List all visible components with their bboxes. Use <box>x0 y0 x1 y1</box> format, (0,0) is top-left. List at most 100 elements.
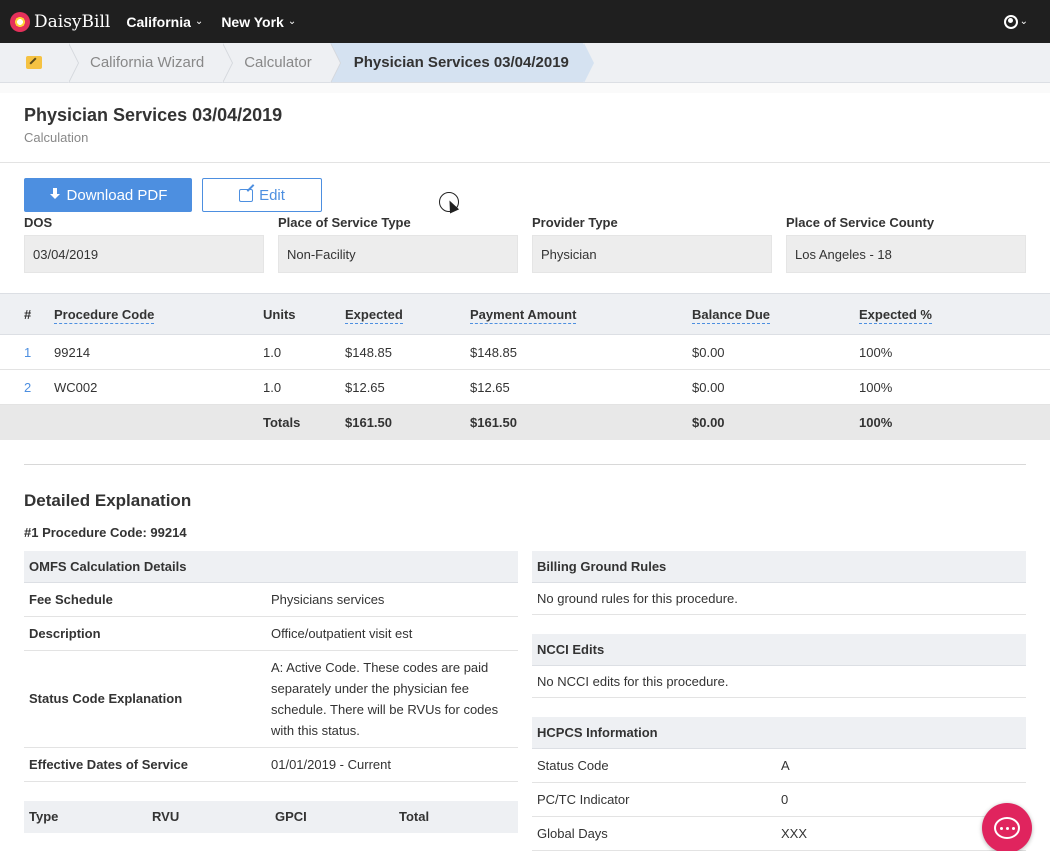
hcpcs-row-status-code: Status Code A <box>532 749 1026 783</box>
rvu-col-total: Total <box>399 809 430 824</box>
chevron-down-icon: ⌄ <box>194 16 204 27</box>
chevron-down-icon: ⌄ <box>287 16 297 27</box>
kv-key: Description <box>29 625 101 641</box>
cell-procedure-code: WC002 <box>54 369 263 405</box>
totals-expected-pct: 100% <box>859 404 1050 440</box>
claim-fields: DOS 03/04/2019 Place of Service Type Non… <box>0 215 1050 273</box>
kv-value: A: Active Code. These codes are paid sep… <box>271 659 499 738</box>
procedure-table: # Procedure Code Units Expected Payment … <box>0 293 1050 440</box>
field-county: Place of Service County Los Angeles - 18 <box>786 215 1026 273</box>
field-label: Provider Type <box>532 215 618 230</box>
field-value: Non-Facility <box>278 235 518 273</box>
totals-balance: $0.00 <box>692 404 859 440</box>
kv-value: Physicians services <box>271 591 385 607</box>
brand-logo[interactable]: DaisyBill <box>10 11 111 32</box>
cell-payment-amount: $148.85 <box>470 334 692 370</box>
omfs-row-fee-schedule: Fee Schedule Physicians services <box>24 583 518 617</box>
row-number-link[interactable]: 1 <box>0 334 54 370</box>
row-number-link[interactable]: 2 <box>0 369 54 405</box>
nav-new-york[interactable]: New York ⌄ <box>221 14 296 30</box>
page-subtitle: Calculation <box>24 130 89 145</box>
field-value: Physician <box>532 235 772 273</box>
omfs-column: OMFS Calculation Details Fee Schedule Ph… <box>24 550 518 851</box>
rules-column: Billing Ground Rules No ground rules for… <box>532 550 1026 851</box>
chevron-down-icon: ⌄ <box>1019 16 1028 27</box>
edit-button[interactable]: Edit <box>202 178 322 212</box>
download-icon <box>49 188 61 202</box>
rvu-col-gpci: GPCI <box>275 809 307 824</box>
totals-blank <box>0 404 54 440</box>
cell-balance-due: $0.00 <box>692 369 859 405</box>
totals-row: Totals $161.50 $161.50 $0.00 100% <box>0 404 1050 440</box>
breadcrumb-home[interactable] <box>0 43 79 83</box>
cell-procedure-code: 99214 <box>54 334 263 370</box>
field-label: DOS <box>24 215 53 230</box>
kv-value: Office/outpatient visit est <box>271 625 413 641</box>
kv-key: Status Code <box>537 757 609 773</box>
billing-rules-header: Billing Ground Rules <box>532 550 1026 583</box>
col-procedure-code[interactable]: Procedure Code <box>54 293 263 335</box>
brand-name: DaisyBill <box>34 11 111 32</box>
download-pdf-button[interactable]: Download PDF <box>24 178 192 212</box>
kv-key: Global Days <box>537 825 608 841</box>
hcpcs-header: HCPCS Information <box>532 716 1026 749</box>
nav-california[interactable]: California ⌄ <box>126 14 203 30</box>
procedure-code-heading: #1 Procedure Code: 99214 <box>24 524 187 540</box>
ncci-text: No NCCI edits for this procedure. <box>532 666 1026 698</box>
user-icon <box>1003 14 1018 29</box>
breadcrumb-california-wizard[interactable]: California Wizard <box>68 43 234 83</box>
field-value: 03/04/2019 <box>24 235 264 273</box>
folder-icon <box>26 56 42 69</box>
ncci-header: NCCI Edits <box>532 633 1026 666</box>
breadcrumb-current: Physician Services 03/04/2019 <box>329 43 595 83</box>
cell-expected: $148.85 <box>345 334 470 370</box>
omfs-row-description: Description Office/outpatient visit est <box>24 617 518 651</box>
cell-expected-pct: 100% <box>859 369 1050 405</box>
cell-expected-pct: 100% <box>859 334 1050 370</box>
field-label: Place of Service Type <box>278 215 411 230</box>
kv-key: Effective Dates of Service <box>29 756 188 772</box>
breadcrumb-calculator[interactable]: Calculator <box>222 43 341 83</box>
col-expected[interactable]: Expected <box>345 293 470 335</box>
rvu-col-rvu: RVU <box>152 809 180 824</box>
chat-button[interactable] <box>982 803 1032 851</box>
nav-new-york-label: New York <box>221 13 284 30</box>
table-row: 2 WC002 1.0 $12.65 $12.65 $0.00 100% <box>0 369 1050 405</box>
totals-expected: $161.50 <box>345 404 470 440</box>
page-header: Physician Services 03/04/2019 Calculatio… <box>0 93 1050 163</box>
nav-california-label: California <box>126 13 191 30</box>
detail-columns: OMFS Calculation Details Fee Schedule Ph… <box>0 550 1050 851</box>
user-menu[interactable]: ⌄ <box>1003 14 1028 29</box>
col-balance-due[interactable]: Balance Due <box>692 293 859 335</box>
col-number: # <box>0 293 54 335</box>
field-provider-type: Provider Type Physician <box>532 215 772 273</box>
cell-payment-amount: $12.65 <box>470 369 692 405</box>
cell-balance-due: $0.00 <box>692 334 859 370</box>
rvu-col-type: Type <box>29 809 59 824</box>
kv-key: Status Code Explanation <box>29 691 183 706</box>
edit-label: Edit <box>259 186 285 204</box>
table-header-row: # Procedure Code Units Expected Payment … <box>0 293 1050 335</box>
kv-value: 01/01/2019 - Current <box>271 756 391 772</box>
chat-icon <box>994 817 1020 839</box>
download-pdf-label: Download PDF <box>66 186 168 204</box>
field-label: Place of Service County <box>786 215 935 230</box>
rvu-table-header: Type RVU GPCI Total <box>24 800 518 833</box>
page-title: Physician Services 03/04/2019 <box>24 105 283 125</box>
col-payment-amount[interactable]: Payment Amount <box>470 293 692 335</box>
totals-label: Totals <box>263 404 345 440</box>
totals-blank <box>54 404 263 440</box>
breadcrumb: California Wizard Calculator Physician S… <box>0 43 1050 83</box>
cell-expected: $12.65 <box>345 369 470 405</box>
hcpcs-row-global-days: Global Days XXX <box>532 817 1026 851</box>
table-row: 1 99214 1.0 $148.85 $148.85 $0.00 100% <box>0 334 1050 370</box>
col-units: Units <box>263 293 345 335</box>
daisy-icon <box>10 11 30 32</box>
field-value: Los Angeles - 18 <box>786 235 1026 273</box>
hcpcs-row-pctc: PC/TC Indicator 0 <box>532 783 1026 817</box>
col-expected-pct[interactable]: Expected % <box>859 293 1050 335</box>
totals-payment: $161.50 <box>470 404 692 440</box>
omfs-row-effective-dates: Effective Dates of Service 01/01/2019 - … <box>24 748 518 782</box>
kv-key: PC/TC Indicator <box>537 791 630 807</box>
omfs-row-status-code: Status Code Explanation A: Active Code. … <box>24 651 518 748</box>
